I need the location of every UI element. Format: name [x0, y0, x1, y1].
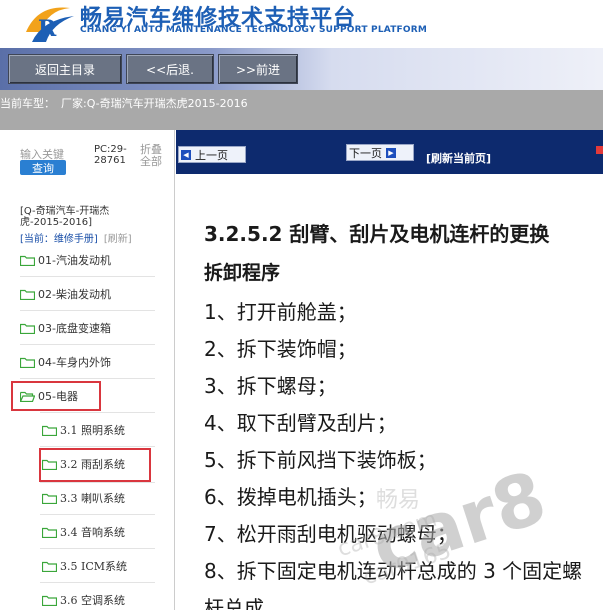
home-button[interactable]: 返回主目录 [8, 54, 122, 84]
tree-item-gasoline-engine[interactable]: 01-汽油发动机 [20, 250, 111, 270]
tree-item-label: 3.3 喇叭系统 [60, 492, 125, 505]
next-page-button[interactable]: 下一页 ▶ [346, 144, 414, 161]
app-header: R 畅易汽车维修技术支持平台 CHANG YI AUTO MAINTENANCE… [0, 0, 603, 48]
doc-subtitle: 拆卸程序 [204, 262, 281, 284]
folder-icon [20, 357, 35, 368]
collapse-all-link[interactable]: 折叠全部 [140, 144, 168, 168]
refresh-page-link[interactable]: [刷新当前页] [426, 150, 491, 166]
doc-step: 5、拆下前风挡下装饰板； [204, 448, 437, 472]
tree-item-label: 3.5 ICM系统 [60, 560, 128, 573]
prev-page-button[interactable]: ◀ 上一页 [178, 146, 246, 163]
tree-item-ac-system[interactable]: 3.6 空调系统 [42, 590, 125, 610]
tree-divider [40, 548, 155, 549]
tree-item-horn-system[interactable]: 3.3 喇叭系统 [42, 488, 125, 508]
current-manual[interactable]: [当前：维修手册] [20, 234, 98, 245]
folder-icon [20, 289, 35, 300]
tree-item-label: 04-车身内外饰 [38, 356, 111, 369]
doc-step: 杆总成 [204, 596, 264, 610]
tree-divider [40, 446, 155, 447]
doc-title: 3.2.5.2 刮臂、刮片及电机连杆的更换 [204, 222, 550, 246]
back-button[interactable]: <<后退. [126, 54, 214, 84]
tree-item-chassis-transmission[interactable]: 03-底盘变速箱 [20, 318, 111, 338]
folder-icon [42, 527, 57, 538]
current-vehicle-value: 厂家:Q-奇瑞汽车开瑞杰虎2015-2016 [61, 97, 248, 110]
tree-item-diesel-engine[interactable]: 02-柴油发动机 [20, 284, 111, 304]
doc-step: 4、取下刮臂及刮片； [204, 411, 397, 435]
platform-subtitle: CHANG YI AUTO MAINTENANCE TECHNOLOGY SUP… [80, 25, 428, 35]
current-manual-line: [当前：维修手册] [刷新] [20, 230, 132, 245]
tree-item-icm-system[interactable]: 3.5 ICM系统 [42, 556, 127, 576]
current-vehicle-text: 当前车型： 厂家:Q-奇瑞汽车开瑞杰虎2015-2016 [0, 95, 248, 111]
tree-divider [40, 482, 155, 483]
folder-icon [20, 255, 35, 266]
tree-divider [40, 582, 155, 583]
doc-step: 3、拆下螺母； [204, 374, 337, 398]
current-vehicle-label: 当前车型： [0, 97, 55, 110]
tree-item-audio-system[interactable]: 3.4 音响系统 [42, 522, 125, 542]
vehicle-link[interactable]: [Q-奇瑞汽车-开瑞杰虎-2015-2016] [20, 206, 140, 228]
doc-step: 1、打开前舱盖； [204, 300, 357, 324]
query-button[interactable]: 查询 [20, 160, 66, 175]
pc-code: PC:29-28761 [94, 144, 127, 166]
tree-divider [40, 412, 155, 413]
tree-item-label: 03-底盘变速箱 [38, 322, 111, 335]
refresh-tree-link[interactable]: [刷新] [104, 234, 132, 245]
current-vehicle-bar: 当前车型： 厂家:Q-奇瑞汽车开瑞杰虎2015-2016 [0, 90, 603, 130]
folder-icon [42, 561, 57, 572]
prev-page-label: 上一页 [195, 148, 228, 162]
arrow-left-icon: ◀ [181, 149, 191, 160]
folder-icon [42, 425, 57, 436]
main-toolbar: 返回主目录 <<后退. >>前进 [0, 48, 603, 90]
tree-divider [20, 378, 155, 379]
tree-item-label: 01-汽油发动机 [38, 254, 111, 267]
tree-item-body-trim[interactable]: 04-车身内外饰 [20, 352, 111, 372]
page-nav-bar: ◀ 上一页 下一页 ▶ [刷新当前页] [176, 130, 603, 174]
tree-item-label: 3.4 音响系统 [60, 526, 125, 539]
sidebar: 输入关键 查询 PC:29-28761 折叠全部 [Q-奇瑞汽车-开瑞杰虎-20… [0, 130, 175, 610]
tree-item-label: 3.6 空调系统 [60, 594, 125, 607]
folder-icon [20, 323, 35, 334]
tree-divider [20, 310, 155, 311]
forward-button[interactable]: >>前进 [218, 54, 298, 84]
svg-text:R: R [38, 16, 57, 42]
doc-step: 6、拨掉电机插头； [204, 485, 377, 509]
edge-marker [596, 146, 603, 154]
next-page-label: 下一页 [349, 146, 382, 160]
folder-icon [42, 493, 57, 504]
doc-step: 2、拆下装饰帽； [204, 337, 357, 361]
tree-divider [20, 276, 155, 277]
cy-swoosh-logo-icon: R [26, 7, 74, 42]
highlight-box-wiper [39, 448, 151, 482]
highlight-box-electrical [11, 381, 101, 411]
folder-icon [42, 595, 57, 606]
tree-divider [40, 514, 155, 515]
tree-item-lighting-system[interactable]: 3.1 照明系统 [42, 420, 125, 440]
tree-item-label: 02-柴油发动机 [38, 288, 111, 301]
tree-item-label: 3.1 照明系统 [60, 424, 125, 437]
tree-divider [20, 344, 155, 345]
arrow-right-icon: ▶ [386, 147, 396, 158]
